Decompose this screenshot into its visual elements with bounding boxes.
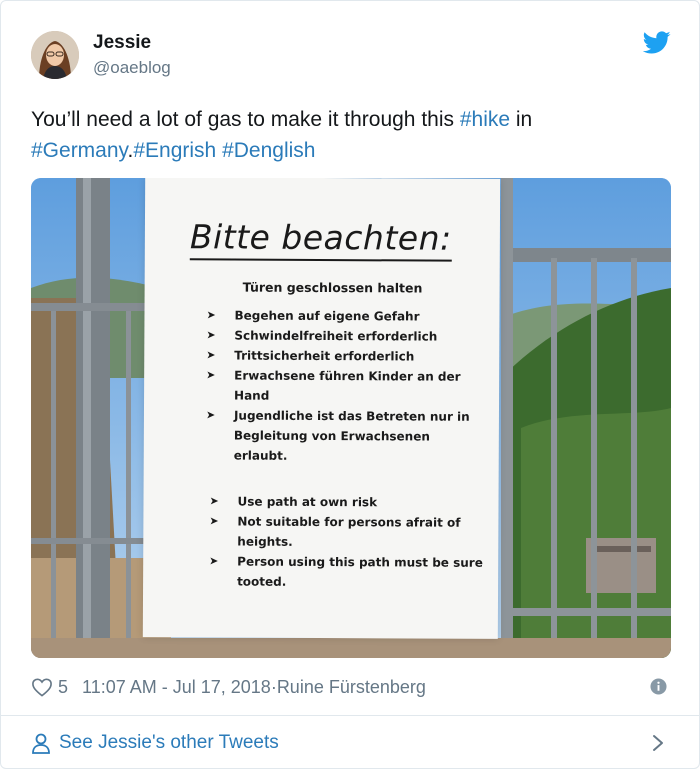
sign-german-item: ➤ Begehen auf eigene Gefahr xyxy=(206,305,486,326)
see-other-tweets-link[interactable]: See Jessie's other Tweets xyxy=(31,729,279,757)
avatar-image xyxy=(31,31,79,79)
author-name[interactable]: Jessie xyxy=(93,32,151,54)
chevron-right-icon[interactable] xyxy=(651,733,665,753)
avatar[interactable] xyxy=(31,31,79,79)
sign-german-item-text: Begehen auf eigene Gefahr xyxy=(234,308,420,324)
tweet-location[interactable]: Ruine Fürstenberg xyxy=(277,677,426,698)
bullet-arrow-icon: ➤ xyxy=(209,514,219,528)
sign-german-item-text: Trittsicherheit erforderlich xyxy=(234,348,415,364)
tweet-text-main: You’ll need a lot of gas to make it thro… xyxy=(31,108,460,131)
hashtag-engrish[interactable]: #Engrish xyxy=(133,139,216,162)
sign-english-list: ➤ Use path at own risk ➤ Not suitable for … xyxy=(209,491,490,592)
bullet-arrow-icon: ➤ xyxy=(205,408,216,422)
sign-german-item-text: Schwindelfreiheit erforderlich xyxy=(234,328,438,344)
sign-poster: Bitte beachten: Türen geschlossen halten… xyxy=(142,178,501,639)
sign-german-item: ➤ Trittsicherheit erforderlich xyxy=(206,345,486,366)
sign-title: Bitte beachten: xyxy=(189,217,452,262)
sign-english-item: ➤ Use path at own risk xyxy=(209,491,489,512)
bullet-arrow-icon: ➤ xyxy=(209,554,219,568)
sign-german-item: ➤ Schwindelfreiheit erforderlich xyxy=(206,325,486,346)
tweet-card: Jessie @oaeblog You’ll need a lot of gas… xyxy=(0,0,700,769)
sign-english-item-text: Use path at own risk xyxy=(237,494,378,510)
bullet-arrow-icon: ➤ xyxy=(206,308,216,322)
sign-subtitle: Türen geschlossen halten xyxy=(242,279,423,296)
bullet-arrow-icon: ➤ xyxy=(206,368,216,382)
tweet-text-in: in xyxy=(510,108,533,131)
tweet-text: You’ll need a lot of gas to make it thro… xyxy=(31,104,671,166)
sign-english-item-text: Not suitable for persons afrait of heigh… xyxy=(237,514,461,549)
tweet-timestamp[interactable]: 11:07 AM - Jul 17, 2018 xyxy=(82,677,271,698)
sign-english-item: ➤ Not suitable for persons afrait of heig… xyxy=(209,511,489,552)
hashtag-denglish[interactable]: #Denglish xyxy=(222,139,315,162)
author-handle[interactable]: @oaeblog xyxy=(93,58,171,78)
bullet-arrow-icon: ➤ xyxy=(209,494,219,508)
sign-english-item: ➤ Person using this path must be sure too… xyxy=(209,551,489,592)
footer-divider xyxy=(1,715,699,716)
sign-german-item: ➤ Jugendliche ist das Betreten nur in Beg… xyxy=(206,405,486,466)
sign-german-item-text: Erwachsene führen Kinder an der Hand xyxy=(234,368,461,403)
tweet-photo[interactable]: Bitte beachten: Türen geschlossen halten… xyxy=(31,178,671,658)
sign-english-item-text: Person using this path must be sure toot… xyxy=(237,554,483,589)
info-icon[interactable] xyxy=(650,678,667,695)
bullet-arrow-icon: ➤ xyxy=(206,328,216,342)
bullet-arrow-icon: ➤ xyxy=(206,348,216,362)
see-other-tweets-label[interactable]: See Jessie's other Tweets xyxy=(59,732,279,754)
sign-german-item: ➤ Erwachsene führen Kinder an der Hand xyxy=(206,365,486,406)
twitter-bird-icon[interactable] xyxy=(643,31,671,55)
like-count[interactable]: 5 xyxy=(58,677,68,698)
hashtag-germany[interactable]: #Germany xyxy=(31,139,127,162)
sign-german-list: ➤ Begehen auf eigene Gefahr ➤ Schwindelfre… xyxy=(206,305,487,466)
person-icon xyxy=(32,733,50,754)
tweet-meta: 5 11:07 AM - Jul 17, 2018 · Ruine Fürste… xyxy=(31,674,426,700)
sign-german-item-text: Jugendliche ist das Betreten nur in Begl… xyxy=(233,408,470,463)
hashtag-hike[interactable]: #hike xyxy=(460,108,510,131)
heart-icon[interactable] xyxy=(31,677,53,697)
